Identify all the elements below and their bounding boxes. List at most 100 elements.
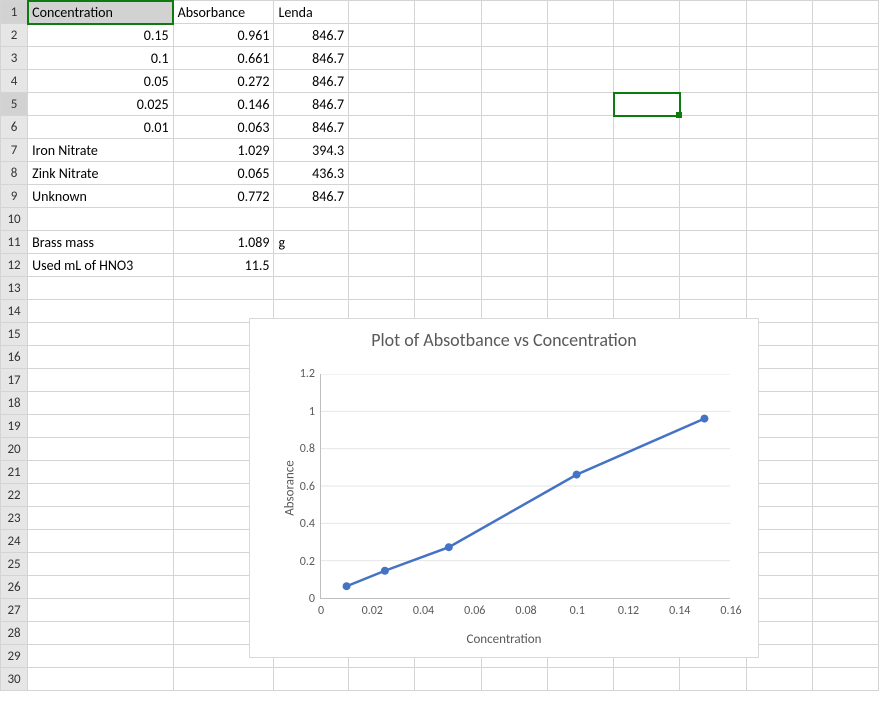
cell[interactable] [481,70,547,93]
row-header[interactable]: 14 [1,300,28,323]
cell[interactable] [415,93,481,116]
row-header[interactable]: 17 [1,369,28,392]
cell[interactable]: 846.7 [274,185,349,208]
cell[interactable] [28,507,173,530]
cell[interactable] [812,484,878,507]
cell[interactable] [173,668,274,691]
cell[interactable] [28,461,173,484]
cell[interactable]: 846.7 [274,116,349,139]
cell[interactable]: 0.15 [28,24,173,47]
cell[interactable] [614,1,680,24]
cell[interactable] [746,668,812,691]
cell[interactable] [547,24,613,47]
active-cell[interactable] [614,93,680,116]
row-header[interactable]: 21 [1,461,28,484]
cell[interactable] [547,254,613,277]
cell[interactable]: Zink Nitrate [28,162,173,185]
cell[interactable] [415,162,481,185]
cell[interactable] [812,24,878,47]
cell[interactable] [614,277,680,300]
cell[interactable] [614,668,680,691]
cell[interactable] [28,369,173,392]
cell[interactable]: 0.063 [173,116,274,139]
cell[interactable]: 0.961 [173,24,274,47]
cell[interactable] [547,47,613,70]
cell[interactable]: 1.089 [173,231,274,254]
cell[interactable] [680,668,746,691]
row-header[interactable]: 13 [1,277,28,300]
cell[interactable] [614,116,680,139]
row-header[interactable]: 9 [1,185,28,208]
cell[interactable] [415,208,481,231]
cell[interactable] [680,47,746,70]
row-header[interactable]: 27 [1,599,28,622]
cell[interactable] [481,254,547,277]
row-header[interactable]: 25 [1,553,28,576]
cell[interactable]: Brass mass [28,231,173,254]
cell[interactable] [614,231,680,254]
cell[interactable]: 846.7 [274,70,349,93]
cell[interactable] [680,24,746,47]
cell[interactable] [812,553,878,576]
row-header[interactable]: 20 [1,438,28,461]
cell[interactable]: 0.772 [173,185,274,208]
cell[interactable] [349,162,415,185]
cell[interactable]: 0.065 [173,162,274,185]
cell[interactable]: Unknown [28,185,173,208]
cell[interactable]: 0.272 [173,70,274,93]
cell[interactable] [812,139,878,162]
cell[interactable] [614,254,680,277]
cell[interactable]: 0.661 [173,47,274,70]
cell[interactable]: 0.146 [173,93,274,116]
row-header[interactable]: 10 [1,208,28,231]
cell[interactable] [28,530,173,553]
cell[interactable] [812,162,878,185]
cell[interactable] [481,231,547,254]
cell[interactable] [28,668,173,691]
row-header[interactable]: 28 [1,622,28,645]
cell[interactable] [28,323,173,346]
cell[interactable] [547,139,613,162]
cell[interactable] [680,139,746,162]
cell[interactable] [547,1,613,24]
chart-container[interactable]: Plot of Absotbance vs Concentration Abso… [249,318,759,658]
cell[interactable] [680,93,746,116]
cell[interactable] [481,139,547,162]
cell[interactable] [274,254,349,277]
cell[interactable] [812,70,878,93]
cell[interactable] [28,438,173,461]
cell[interactable]: 846.7 [274,24,349,47]
cell[interactable] [415,277,481,300]
cell[interactable]: Concentration [28,1,173,24]
cell[interactable] [481,93,547,116]
row-header[interactable]: 5 [1,93,28,116]
cell[interactable] [746,162,812,185]
cell[interactable] [680,231,746,254]
cell[interactable] [28,645,173,668]
cell[interactable] [28,553,173,576]
cell[interactable]: 0.01 [28,116,173,139]
cell[interactable] [680,208,746,231]
cell[interactable] [349,47,415,70]
cell[interactable] [274,277,349,300]
row-header[interactable]: 24 [1,530,28,553]
cell[interactable] [547,231,613,254]
row-header[interactable]: 8 [1,162,28,185]
cell[interactable] [547,668,613,691]
cell[interactable] [746,24,812,47]
cell[interactable] [173,208,274,231]
cell[interactable] [349,668,415,691]
row-header[interactable]: 11 [1,231,28,254]
cell[interactable] [349,116,415,139]
cell[interactable]: 394.3 [274,139,349,162]
cell[interactable] [812,645,878,668]
cell[interactable] [812,1,878,24]
cell[interactable]: Used mL of HNO3 [28,254,173,277]
cell[interactable]: g [274,231,349,254]
row-header[interactable]: 19 [1,415,28,438]
cell[interactable]: 0.05 [28,70,173,93]
cell[interactable] [547,277,613,300]
row-header[interactable]: 22 [1,484,28,507]
cell[interactable] [746,139,812,162]
cell[interactable] [614,139,680,162]
